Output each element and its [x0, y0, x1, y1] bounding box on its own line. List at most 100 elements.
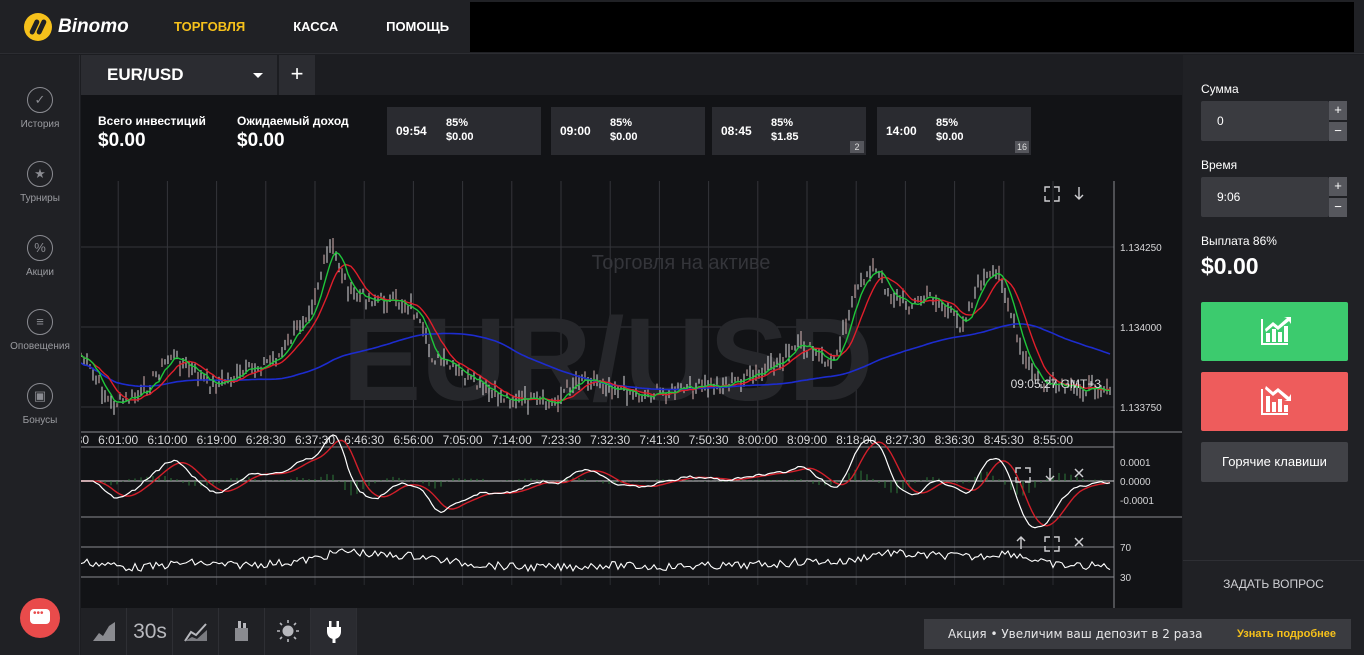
rsi-tick-label: 70	[1120, 543, 1132, 554]
time-increase-button[interactable]: +	[1329, 177, 1347, 196]
time-tick-label: 8:27:30	[885, 433, 925, 447]
deal-card[interactable]: 14:00 85% $0.00 16	[877, 107, 1031, 155]
close-icon[interactable]	[1074, 537, 1084, 547]
plugin-button[interactable]	[311, 608, 357, 655]
sun-icon	[277, 620, 299, 642]
main-nav: ТОРГОВЛЯ КАССА ПОМОЩЬ	[150, 0, 473, 54]
time-tick-label: 8:36:30	[935, 433, 975, 447]
chevron-down-icon	[253, 73, 263, 78]
expected-income: Ожидаемый доход $0.00	[237, 114, 349, 152]
rsi-panel: 70 30	[81, 543, 1132, 584]
deal-percent: 85%	[446, 117, 469, 129]
total-invest-value: $0.00	[98, 130, 146, 151]
close-icon[interactable]	[1074, 468, 1084, 478]
timeframe-label: 30s	[133, 620, 167, 643]
payout-value: $0.00	[1201, 253, 1259, 279]
add-asset-button[interactable]: +	[279, 55, 315, 95]
indicators-button[interactable]	[173, 608, 219, 655]
payout-label: Выплата 86%	[1201, 234, 1277, 248]
deal-time: 09:54	[396, 124, 427, 138]
time-tick-label: 7:50:30	[689, 433, 729, 447]
time-tick-label: 8:55:00	[1033, 433, 1073, 447]
top-banner	[470, 2, 1354, 52]
deal-amount: $0.00	[936, 131, 964, 143]
time-tick-label: 5:51:30	[81, 433, 89, 447]
time-tick-label: 7:32:30	[590, 433, 630, 447]
trend-up-icon	[1261, 317, 1291, 345]
percent-icon: %	[27, 235, 53, 261]
trend-down-icon	[1261, 386, 1291, 415]
chart-watermark: EUR/USD	[342, 294, 873, 426]
call-up-button[interactable]	[1201, 302, 1348, 361]
macd-tick-label: 0.0000	[1120, 477, 1151, 488]
amount-decrease-button[interactable]: −	[1329, 122, 1347, 141]
hotkeys-button[interactable]: Горячие клавиши	[1201, 442, 1348, 482]
rsi-tick-label: 30	[1120, 573, 1132, 584]
sidebar-item-bonuses[interactable]: ▣ Бонусы	[0, 383, 80, 447]
nav-cashier[interactable]: КАССА	[269, 0, 362, 54]
check-circle-icon: ✓	[27, 87, 53, 113]
time-input[interactable]: 9:06	[1201, 177, 1329, 217]
sidebar-item-label: Акции	[26, 267, 54, 278]
time-decrease-button[interactable]: −	[1329, 198, 1347, 217]
amount-input[interactable]: 0	[1201, 101, 1329, 141]
price-tick-label: 1.134000	[1120, 323, 1162, 334]
time-tick-label: 6:10:00	[147, 433, 187, 447]
chat-button[interactable]	[20, 598, 60, 638]
deal-time: 14:00	[886, 124, 917, 138]
fullscreen-icon[interactable]	[1044, 536, 1060, 552]
logo-text: Binomo	[58, 16, 129, 37]
time-tick-label: 6:01:00	[98, 433, 138, 447]
macd-tick-label: -0.0001	[1120, 496, 1154, 507]
deal-card[interactable]: 08:45 85% $1.85 2	[712, 107, 866, 155]
nav-help[interactable]: ПОМОЩЬ	[362, 0, 473, 54]
nav-trading[interactable]: ТОРГОВЛЯ	[150, 0, 269, 54]
time-tick-label: 8:45:30	[984, 433, 1024, 447]
sidebar-item-promotions[interactable]: % Акции	[0, 235, 80, 299]
timeframe-button[interactable]: 30s	[127, 608, 173, 655]
ask-question-link[interactable]: ЗАДАТЬ ВОПРОС	[1183, 577, 1364, 591]
deal-amount: $0.00	[610, 131, 638, 143]
sidebar-item-label: Турниры	[20, 193, 60, 204]
time-tick-label: 6:56:00	[393, 433, 433, 447]
fullscreen-icon[interactable]	[1044, 186, 1060, 202]
time-tick-label: 8:00:00	[738, 433, 778, 447]
sidebar-item-label: История	[20, 119, 60, 130]
chart-subtitle: Торговля на активе	[592, 252, 771, 274]
divider	[1183, 560, 1364, 561]
asset-selector[interactable]: EUR/USD	[81, 55, 277, 95]
price-tick-label: 1.134250	[1120, 243, 1162, 254]
list-icon: ≡	[27, 309, 53, 335]
time-label: Время	[1201, 158, 1238, 172]
sidebar: ✓ История ★ Турниры % Акции ≡ Оповещения…	[0, 55, 80, 655]
price-tick-label: 1.133750	[1120, 403, 1162, 414]
chart-type-button[interactable]	[81, 608, 127, 655]
rsi-line	[81, 548, 1111, 573]
promo-details-link[interactable]: Узнать подробнее	[1237, 619, 1336, 649]
expected-income-value: $0.00	[237, 130, 285, 151]
deal-card[interactable]: 09:54 85% $0.00	[387, 107, 541, 155]
theme-button[interactable]	[265, 608, 311, 655]
arrow-down-icon[interactable]	[1074, 187, 1084, 200]
trade-panel: Сумма 0 + − Время 9:06 + − Выплата 86% $…	[1183, 55, 1364, 608]
macd-tick-label: 0.0001	[1120, 458, 1151, 469]
time-tick-label: 6:28:30	[246, 433, 286, 447]
sidebar-item-tournaments[interactable]: ★ Турниры	[0, 161, 80, 225]
amount-increase-button[interactable]: +	[1329, 101, 1347, 120]
logo[interactable]: Binomo	[24, 13, 129, 41]
top-bar: Binomo ТОРГОВЛЯ КАССА ПОМОЩЬ	[0, 0, 1364, 54]
chart-area: EUR/USD Торговля на активе 5:51:30 6:01:0…	[81, 55, 1182, 608]
deal-time: 09:00	[560, 124, 591, 138]
chart-toolbar: 30s Акция • Увеличим ваш депозит в 2 раз…	[81, 608, 1364, 655]
put-down-button[interactable]	[1201, 372, 1348, 431]
chat-icon	[30, 608, 50, 624]
gift-icon: ▣	[27, 383, 53, 409]
sidebar-item-notifications[interactable]: ≡ Оповещения	[0, 309, 80, 373]
time-tick-label: 7:05:00	[443, 433, 483, 447]
binomo-app: Binomo ТОРГОВЛЯ КАССА ПОМОЩЬ ✓ История ★…	[0, 0, 1364, 655]
deal-card[interactable]: 09:00 85% $0.00	[551, 107, 705, 155]
drawing-button[interactable]	[219, 608, 265, 655]
chart-type-icon	[93, 622, 115, 641]
sidebar-item-label: Оповещения	[10, 341, 70, 352]
sidebar-item-history[interactable]: ✓ История	[0, 87, 80, 151]
